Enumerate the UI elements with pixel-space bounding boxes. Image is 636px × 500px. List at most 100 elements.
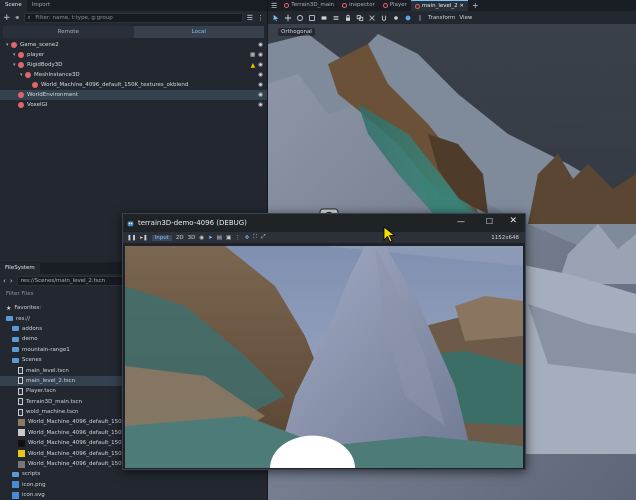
tab-filesystem[interactable]: FileSystem [0,263,40,274]
scene-tab[interactable]: inspector [338,0,379,11]
scene-tab-label: Player [389,2,407,8]
select-tool-icon[interactable] [272,14,280,22]
transform-menu[interactable]: Transform [428,15,455,21]
scene-tree-label: Game_scene2 [20,42,59,48]
scene-tree-item[interactable]: ▾ player ▦ ◉ [0,50,267,60]
forward-icon[interactable]: › [10,277,13,285]
file-item[interactable]: icon.svg [0,490,267,500]
scene-filter-input[interactable]: ⌕ Filter: name, t:type, g:group [24,13,243,23]
filesystem-item-label: main_level.tscn [26,367,69,374]
file-item[interactable]: icon.png [0,480,267,490]
environment-preview-icon[interactable] [404,14,412,22]
folder-icon [12,347,19,353]
scene-tab-label: main_level_2 [421,2,458,9]
file-icon [18,398,23,406]
node-visibility-icons: ◉ [258,42,263,48]
new-scene-tab-icon[interactable]: + [468,1,483,10]
viewport-perspective-label[interactable]: Orthogonal [278,28,315,36]
scene-tree-label: WorldEnvironment [27,92,78,98]
mode-2d-button[interactable]: 2D [176,235,184,241]
options-icon[interactable]: ⋮ [235,235,241,241]
visibility-eye-icon[interactable]: ◉ [258,82,263,88]
folder-icon [6,316,13,322]
warning-icon[interactable]: ▲ [251,62,256,69]
crosshair-icon[interactable]: ✜ [245,235,250,241]
folder-item[interactable]: scripts [0,469,267,479]
scene-dock-tabs: Scene Import [0,0,267,11]
scene-tree-item[interactable]: VoxelGI ◉ [0,100,267,110]
remote-button[interactable]: Remote [3,26,134,38]
sun-preview-icon[interactable] [392,14,400,22]
editor-toolbar: Transform View [268,11,636,24]
scene-tab-label: inspector [349,2,375,8]
tab-scene[interactable]: Scene [0,0,27,11]
input-toggle[interactable]: Input [151,234,172,241]
view-menu[interactable]: View [459,15,472,21]
rotate-tool-icon[interactable] [296,14,304,22]
visibility-icon[interactable]: ◉ [199,235,204,241]
scene-tree-item[interactable]: ▾ MeshInstance3D ◉ [0,70,267,80]
scene-tree-item[interactable]: World_Machine_4096_default_150K_textures… [0,80,267,90]
select-mode-icon[interactable] [320,14,328,22]
scene-tree-item[interactable]: ▾ RigidBody3D ▲ ◉ [0,60,267,70]
lock-icon[interactable] [344,14,352,22]
more-options-icon[interactable] [416,14,424,22]
scene-tabs-menu-icon[interactable]: ☰ [268,2,280,10]
maximize-icon[interactable]: ☐ [486,217,493,226]
select-cursor-icon[interactable]: ➤ [208,235,213,241]
list-icon[interactable]: ▤ [217,235,222,241]
scene-tab[interactable]: Player [379,0,411,11]
move-tool-icon[interactable] [284,14,292,22]
script-icon[interactable]: ▦ [250,52,255,58]
tab-import[interactable]: Import [27,0,55,11]
filter-options-icon[interactable]: ☰ [247,14,253,22]
game-window-title: terrain3D-demo-4096 (DEBUG) [138,219,247,227]
mode-3d-label: 3D [187,234,196,241]
fit-icon[interactable]: ⛶ [253,234,257,241]
game-viewport[interactable] [125,246,523,468]
close-icon[interactable]: ✕ [509,216,517,226]
scene-tree: ▾ Game_scene2 ◉ ▾ player ▦ ◉ ▾ RigidBody3D ▲ ◉ ▾ Mes… [0,40,267,110]
back-icon[interactable]: ‹ [3,277,6,285]
node-type-icon [11,42,17,48]
visibility-eye-icon[interactable]: ◉ [258,72,263,78]
link-icon[interactable]: ⚭ [15,14,21,22]
filesystem-item-label: mountain-range1 [22,346,70,353]
node-type-icon [18,102,24,108]
group-icon[interactable] [356,14,364,22]
mode-3d-button[interactable]: 3D [188,235,196,241]
file-icon [18,377,23,385]
minimize-icon[interactable]: — [457,217,465,226]
scene-tree-item[interactable]: ▾ Game_scene2 ◉ [0,40,267,50]
scene-tab-icon [342,3,348,8]
scene-filter-row: + ⚭ ⌕ Filter: name, t:type, g:group ☰ ⋮ [0,11,267,25]
scene-tab[interactable]: main_level_2 ✕ [410,0,468,12]
snap-icon[interactable] [380,14,388,22]
pause-icon[interactable]: ❚❚ [127,235,136,241]
close-tab-icon[interactable]: ✕ [460,1,464,12]
filesystem-item-label: Scenes [22,357,42,364]
game-window-titlebar[interactable]: terrain3D-demo-4096 (DEBUG) — ☐ ✕ [123,214,525,232]
add-node-icon[interactable]: + [3,13,11,23]
node-type-icon [18,92,24,98]
file-icon [18,367,23,375]
file-icon [18,387,23,395]
scene-tree-label: MeshInstance3D [34,72,80,78]
list-select-icon[interactable] [332,14,340,22]
scene-tree-item[interactable]: WorldEnvironment ◉ [0,90,267,100]
expand-icon[interactable]: ⤢ [261,234,265,241]
next-frame-icon[interactable]: ▸❚ [140,235,147,241]
visibility-eye-icon[interactable]: ◉ [258,42,263,48]
game-debug-window[interactable]: terrain3D-demo-4096 (DEBUG) — ☐ ✕ ❚❚ ▸❚ … [122,213,526,470]
scale-tool-icon[interactable] [308,14,316,22]
more-icon[interactable]: ⋮ [257,14,264,22]
visibility-eye-icon[interactable]: ◉ [258,62,263,69]
scene-tab[interactable]: Terrain3D_main [280,0,338,11]
visibility-eye-icon[interactable]: ◉ [258,102,263,108]
local-space-icon[interactable] [368,14,376,22]
local-button[interactable]: Local [133,26,264,38]
visibility-eye-icon[interactable]: ◉ [258,92,263,98]
camera-icon[interactable]: ▣ [226,235,231,241]
filesystem-item-label: main_level_2.tscn [26,377,76,384]
visibility-eye-icon[interactable]: ◉ [258,52,263,58]
